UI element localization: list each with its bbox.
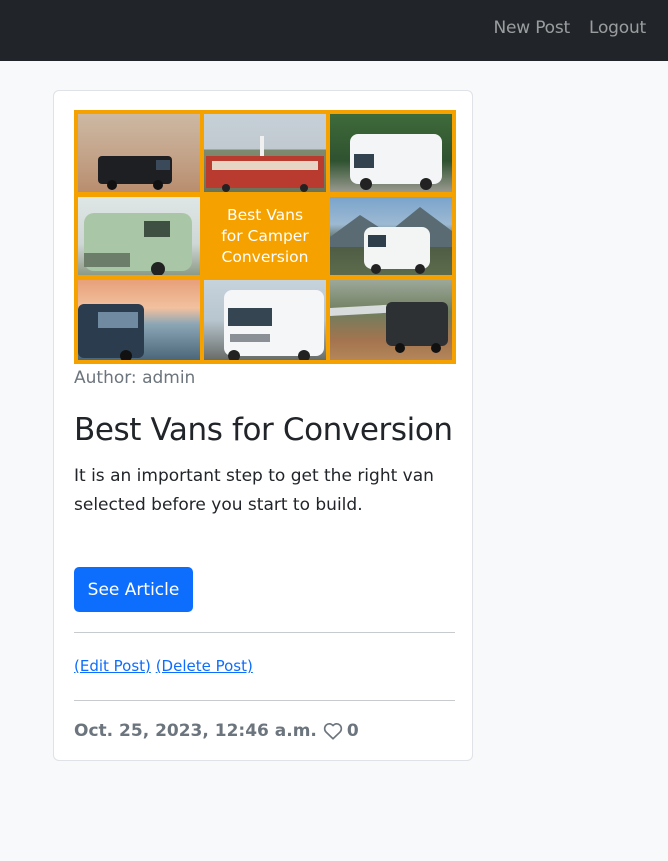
new-post-link[interactable]: New Post: [494, 18, 571, 38]
van-silhouette-icon: [98, 156, 172, 190]
post-date: Oct. 25, 2023, 12:46 a.m.: [74, 721, 317, 741]
post-excerpt: It is an important step to get the right…: [74, 466, 434, 515]
thumbnail-caption-line-2: for Camper: [221, 226, 309, 245]
post-actions: (Edit Post) (Delete Post): [74, 657, 253, 675]
post-title: Best Vans for Conversion: [74, 412, 453, 448]
van-photo-white-front: [204, 280, 326, 360]
van-silhouette-icon: [224, 290, 324, 360]
divider: [74, 632, 455, 633]
van-photo-green: [78, 197, 200, 275]
heart-outline-icon: [323, 723, 343, 740]
edit-post-link[interactable]: (Edit Post): [74, 657, 151, 675]
van-photo-awning: [330, 280, 452, 360]
post-author: Author: admin: [74, 368, 196, 388]
van-silhouette-icon: [330, 302, 448, 353]
navbar: New Post Logout: [0, 0, 668, 61]
see-article-button[interactable]: See Article: [74, 567, 193, 612]
van-photo-white-forest: [330, 114, 452, 192]
like-count: 0: [346, 721, 359, 741]
thumbnail-caption-line-3: Conversion: [221, 247, 309, 266]
van-photo-desert: [78, 114, 200, 192]
thumbnail-caption-line-1: Best Vans: [226, 205, 304, 224]
van-photo-mountains: [330, 197, 452, 275]
delete-post-link[interactable]: (Delete Post): [156, 657, 253, 675]
bus-silhouette-icon: [206, 136, 324, 192]
nav-links: New Post Logout: [494, 0, 647, 56]
divider: [74, 700, 455, 701]
van-silhouette-icon: [330, 207, 452, 274]
van-silhouette-icon: [78, 304, 144, 360]
like-button[interactable]: [323, 722, 343, 740]
van-photo-sunset: [78, 280, 200, 360]
thumbnail-caption: Best Vans for Camper Conversion: [204, 197, 326, 275]
logout-link[interactable]: Logout: [589, 18, 646, 38]
post-meta: Oct. 25, 2023, 12:46 a.m. 0: [74, 721, 359, 741]
post-thumbnail[interactable]: Best Vans for Camper Conversion: [74, 110, 456, 364]
van-photo-bus: [204, 114, 326, 192]
van-silhouette-icon: [84, 213, 192, 275]
post-card: Best Vans for Camper Conversion Author: …: [53, 90, 473, 761]
van-silhouette-icon: [350, 134, 442, 190]
